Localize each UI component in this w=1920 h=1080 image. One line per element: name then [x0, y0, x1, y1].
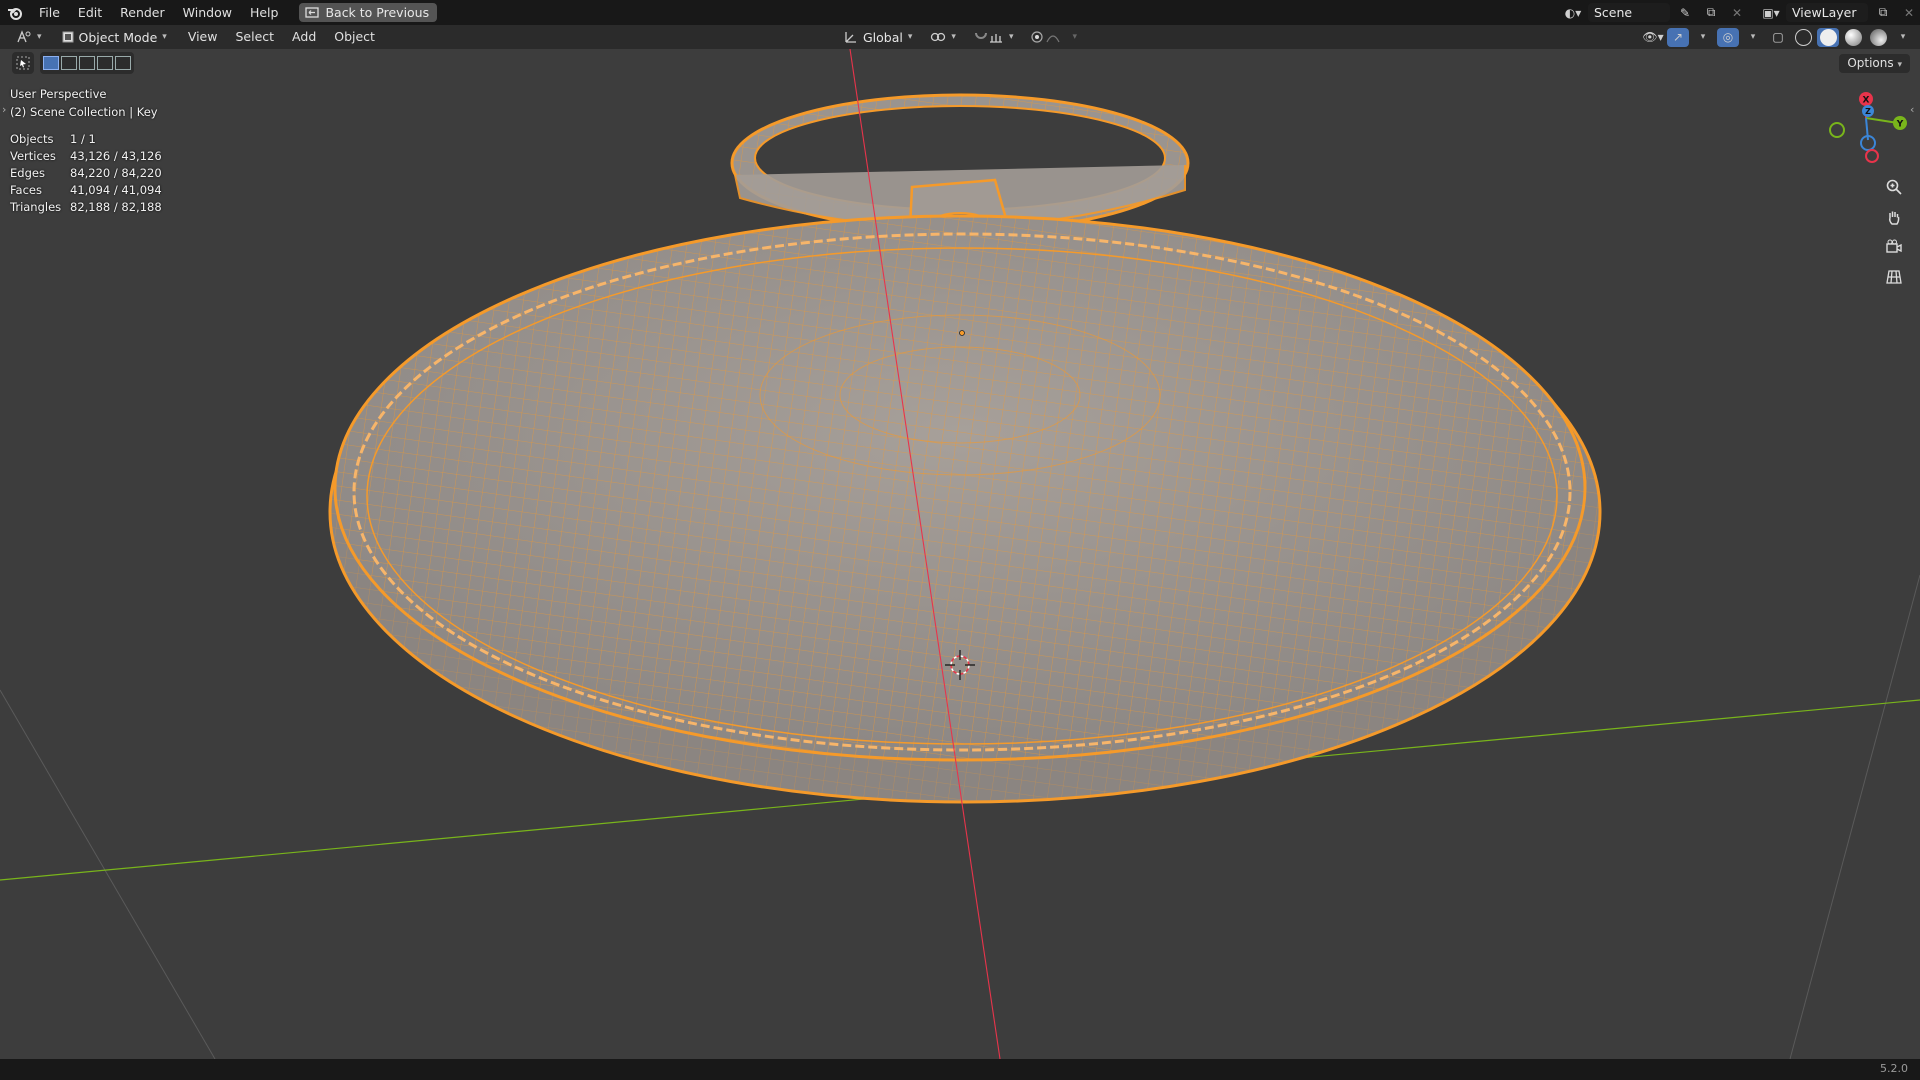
wireframe-shading-icon[interactable]	[1792, 28, 1814, 47]
pin-icon[interactable]: ✎	[1674, 3, 1696, 22]
select-extend-icon[interactable]	[61, 56, 77, 70]
editor-type-dropdown[interactable]: ▾	[10, 28, 48, 47]
transform-tools: Global ▾ ▾ ▾ ▾	[838, 25, 1083, 49]
version-label: 5.2.0	[1880, 1062, 1908, 1075]
collection-label: (2) Scene Collection | Key	[10, 105, 158, 119]
sidebar-toggle-icon[interactable]: ‹	[1910, 103, 1914, 116]
navigation-gizmo[interactable]: X Y Z	[1820, 90, 1915, 170]
gizmo-y-label: Y	[1896, 120, 1904, 130]
status-bar: 5.2.0	[0, 1059, 1920, 1080]
select-tool-icon[interactable]	[12, 52, 34, 74]
options-label: Options	[1847, 56, 1894, 70]
menu-file[interactable]: File	[30, 0, 69, 25]
object-mode-label: Object Mode	[78, 29, 158, 45]
scene-type-icon[interactable]: ◐▾	[1562, 3, 1584, 22]
camera-icon[interactable]	[1880, 233, 1908, 261]
grid-line	[0, 689, 216, 1059]
proportional-edit-dropdown[interactable]: ▾	[1025, 28, 1083, 47]
proportional-icon	[1031, 31, 1061, 43]
select-new-icon[interactable]	[43, 56, 59, 70]
stat-label: Faces	[10, 183, 42, 197]
selection-mode-group	[40, 52, 134, 74]
new-scene-icon[interactable]: ⧉	[1700, 3, 1722, 22]
object-mode-dropdown[interactable]: Object Mode ▾	[56, 28, 173, 47]
menu-window[interactable]: Window	[174, 0, 241, 25]
scene-statistics: Objects 1 / 1 Vertices 43,126 / 43,126 Edg…	[10, 131, 162, 216]
object-mode-icon	[62, 31, 74, 43]
menu-help[interactable]: Help	[241, 0, 288, 25]
gizmo-x-label: X	[1863, 96, 1870, 106]
menu-add[interactable]: Add	[283, 25, 325, 49]
ortho-grid-icon[interactable]	[1880, 263, 1908, 291]
snap-dropdown[interactable]: ▾	[968, 28, 1020, 47]
menu-view[interactable]: View	[179, 25, 227, 49]
overlay-dropdown-icon[interactable]: ▾	[1742, 28, 1764, 47]
view-layer-type-icon[interactable]: ▣▾	[1760, 3, 1782, 22]
stat-label: Edges	[10, 166, 45, 180]
stat-label: Objects	[10, 132, 54, 146]
viewport-info-overlay: User Perspective (2) Scene Collection | …	[10, 85, 162, 216]
blender-logo-icon[interactable]	[0, 0, 30, 25]
back-to-previous-button[interactable]: Back to Previous	[299, 3, 438, 22]
remove-view-layer-icon[interactable]: ✕	[1898, 3, 1920, 22]
xray-icon[interactable]: ▢	[1767, 28, 1789, 47]
transform-orientation-dropdown[interactable]: Global ▾	[838, 28, 918, 47]
stat-label: Vertices	[10, 149, 56, 163]
menu-render[interactable]: Render	[111, 0, 174, 25]
gizmo-neg-y-handle[interactable]	[1829, 122, 1845, 138]
remove-scene-icon[interactable]: ✕	[1726, 3, 1748, 22]
shading-dropdown-icon[interactable]: ▾	[1892, 28, 1914, 47]
viewport-display-tools: 👁▾ ↗ ▾ ◎ ▾ ▢ ▾	[1642, 25, 1914, 49]
scene-name-field[interactable]: Scene	[1588, 3, 1670, 22]
options-dropdown[interactable]: Options ▾	[1839, 54, 1910, 73]
menu-edit[interactable]: Edit	[69, 0, 111, 25]
solid-shading-icon[interactable]	[1817, 27, 1839, 47]
transform-orientation-icon	[845, 32, 856, 43]
stat-value: 1 / 1	[70, 132, 96, 146]
tool-row	[12, 52, 134, 74]
3d-viewport[interactable]	[0, 49, 1920, 1059]
gizmo-dropdown-icon[interactable]: ▾	[1692, 28, 1714, 47]
snap-icon	[974, 32, 1002, 43]
viewport-header: ▾ Object Mode ▾ View Select Add Object G…	[0, 25, 1920, 49]
top-right-controls: ◐▾ Scene ✎ ⧉ ✕ ▣▾ ViewLayer ⧉ ✕	[1562, 0, 1920, 25]
select-invert-icon[interactable]	[97, 56, 113, 70]
stat-value: 84,220 / 84,220	[70, 166, 162, 180]
screen-icon	[305, 7, 320, 18]
editor-type-icon	[17, 30, 31, 43]
stat-value: 82,188 / 82,188	[70, 200, 162, 214]
perspective-label: User Perspective	[10, 87, 107, 101]
gizmo-z-label: Z	[1865, 107, 1871, 116]
overlay-icon[interactable]: ◎	[1717, 27, 1739, 47]
zoom-icon[interactable]	[1880, 173, 1908, 201]
menu-object[interactable]: Object	[325, 25, 384, 49]
select-intersect-icon[interactable]	[115, 56, 131, 70]
menu-select[interactable]: Select	[226, 25, 283, 49]
gizmo-neg-x-handle[interactable]	[1865, 149, 1879, 163]
pivot-icon	[931, 32, 946, 42]
back-to-previous-label: Back to Previous	[325, 5, 430, 20]
gizmo-icon[interactable]: ↗	[1667, 27, 1689, 47]
stat-value: 43,126 / 43,126	[70, 149, 162, 163]
rendered-shading-icon[interactable]	[1867, 28, 1889, 47]
key-disc-mesh[interactable]	[328, 214, 1602, 804]
select-subtract-icon[interactable]	[79, 56, 95, 70]
visibility-icon[interactable]: 👁▾	[1642, 28, 1664, 47]
pivot-point-dropdown[interactable]: ▾	[924, 28, 962, 47]
transform-orientation-label: Global	[863, 29, 903, 45]
hand-pan-icon[interactable]	[1880, 203, 1908, 231]
toolbar-toggle-icon[interactable]: ›	[2, 103, 6, 116]
view-layer-field[interactable]: ViewLayer	[1786, 3, 1868, 22]
material-shading-icon[interactable]	[1842, 28, 1864, 47]
grid-line	[1789, 574, 1920, 1059]
new-view-layer-icon[interactable]: ⧉	[1872, 3, 1894, 22]
stat-label: Triangles	[10, 200, 62, 214]
top-bar: File Edit Render Window Help Back to Pre…	[0, 0, 1920, 25]
keyring-mesh[interactable]	[730, 93, 1190, 235]
stat-value: 41,094 / 41,094	[70, 183, 162, 197]
